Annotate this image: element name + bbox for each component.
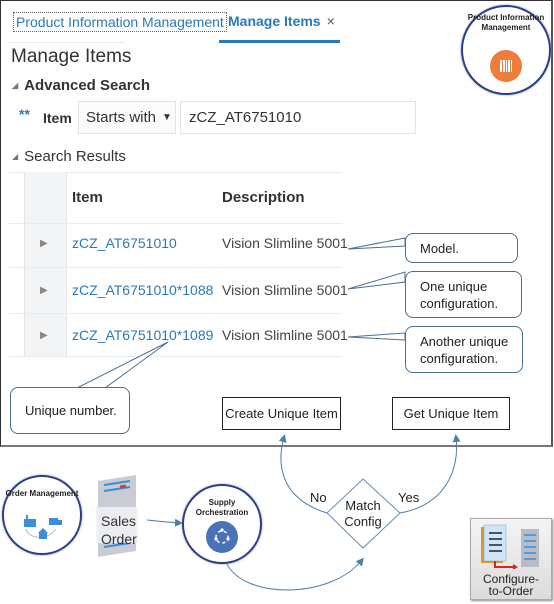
pim-badge-label: Product Information Management [467,13,545,32]
arrow-sales-order-to-supply [146,518,183,527]
callout-pointer-another-unique [347,332,406,341]
get-unique-item-box: Get Unique Item [392,397,510,430]
order-management-badge: Order Management [2,475,82,555]
sales-order-label: Sales Order [101,512,141,548]
supply-orchestration-badge: Supply Orchestration [182,484,262,564]
factory-truck-house-icon [24,515,62,539]
configure-to-order-text: Configure-to-Order [482,572,540,598]
arrow-supply-to-decision [224,557,364,591]
decision-label: Match Config [344,498,382,529]
orchestration-cycle-icon [206,521,238,553]
callout-pointer-unique-number [76,341,169,389]
callout-model: Model. [405,233,518,263]
callout-one-unique-configuration: One unique configuration. [405,271,522,318]
supply-orchestration-label: Supply Orchestration [195,498,249,517]
callout-pointer-model [347,237,406,250]
pim-badge: Product Information Management [461,5,551,95]
callout-another-unique-configuration: Another unique configuration. [405,326,523,373]
barcode-icon [490,50,522,82]
decision-no-label: No [310,490,327,505]
callout-unique-number: Unique number. [10,387,130,434]
configure-to-order-tile: Configure-to-Order [470,518,552,600]
configure-to-order-label: Configure-to-Order [471,573,551,597]
order-management-label: Order Management [5,489,79,498]
decision-yes-label: Yes [398,490,420,505]
create-unique-item-box: Create Unique Item [222,397,341,430]
sales-order-text: Sales Order [101,513,137,547]
callout-pointer-one-unique [347,271,406,290]
configure-to-order-icon [481,524,539,569]
